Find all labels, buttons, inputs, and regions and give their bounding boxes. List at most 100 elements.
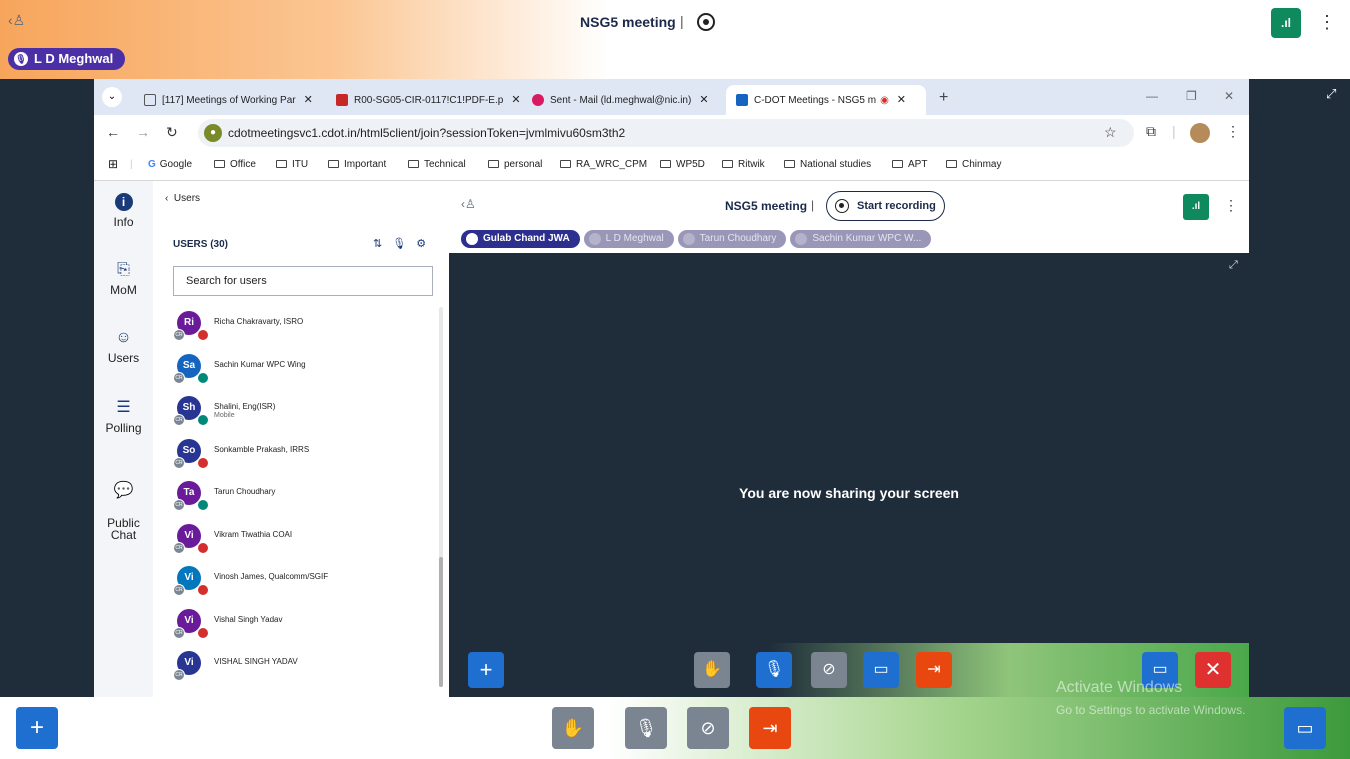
close-presentation-button[interactable]: ✕ [1195, 652, 1231, 688]
folder-icon [488, 160, 499, 168]
talker-pill[interactable]: Tarun Choudhary [677, 230, 787, 248]
url-input[interactable]: ● cdotmeetingsvc1.cdot.in/html5client/jo… [198, 119, 1134, 147]
user-name: VISHAL SINGH YADAV [214, 657, 298, 666]
bookmark-folder[interactable]: RA_WRC_CPM [560, 159, 647, 170]
tab-search-icon[interactable]: ⌄ [102, 87, 122, 107]
mic-icon[interactable]: 🎙 [392, 238, 416, 250]
audio-status-icon [197, 414, 209, 426]
camera-off-button[interactable]: ⊘ [811, 652, 847, 688]
apps-icon[interactable]: ⊞ [108, 157, 118, 171]
bookmark-folder[interactable]: Technical [408, 159, 466, 170]
close-tab-icon[interactable]: ✕ [897, 94, 906, 106]
bookmark-folder[interactable]: personal [488, 159, 542, 170]
user-list-item[interactable]: Sh CR Shalini, Eng(ISR) Mobile [173, 392, 433, 434]
bookmark-folder[interactable]: Office [214, 159, 256, 170]
bookmark-google[interactable]: G Google [148, 159, 192, 170]
bookmark-folder[interactable]: National studies [784, 159, 871, 170]
bookmark-folder[interactable]: Chinmay [946, 159, 1001, 170]
folder-icon [784, 160, 795, 168]
close-tab-icon[interactable]: ✕ [699, 94, 708, 106]
user-list-item[interactable]: Vi CR VISHAL SINGH YADAV [173, 647, 433, 689]
sort-icon[interactable]: ⇅ [373, 238, 392, 250]
bookmark-label: Google [159, 159, 193, 170]
restore-icon[interactable]: ❐ [1186, 89, 1197, 103]
bookmark-folder[interactable]: WP5D [660, 159, 705, 170]
user-list-item[interactable]: Vi CR Vinosh James, Qualcomm/SGIF [173, 562, 433, 604]
settings-icon[interactable]: ⚙ [416, 238, 436, 250]
talker-pill[interactable]: Sachin Kumar WPC W... [790, 230, 932, 248]
browser-menu-icon[interactable]: ⋮ [1226, 123, 1240, 140]
close-tab-icon[interactable]: ✕ [304, 94, 313, 106]
bookmark-label: Technical [424, 159, 466, 170]
profile-avatar[interactable] [1190, 123, 1210, 143]
recording-icon[interactable] [697, 13, 715, 31]
talker-pill[interactable]: Gulab Chand JWA [461, 230, 580, 248]
mic-icon [466, 233, 478, 245]
camera-off-button[interactable]: ⊘ [687, 707, 729, 749]
actions-plus-button[interactable]: + [468, 652, 504, 688]
actions-plus-button[interactable]: + [16, 707, 58, 749]
scrollbar-thumb[interactable] [439, 557, 443, 687]
close-window-icon[interactable]: ✕ [1224, 89, 1234, 103]
connection-status-icon[interactable]: .ıl [1271, 8, 1301, 38]
leave-button[interactable]: ⇥ [749, 707, 791, 749]
nav-item-users[interactable]: ☺ Users [94, 329, 153, 365]
options-menu-icon[interactable]: ⋮ [1318, 12, 1336, 33]
search-users-input[interactable]: Search for users [173, 266, 433, 296]
record-icon [835, 199, 849, 213]
options-menu-icon[interactable]: ⋮ [1224, 197, 1238, 214]
fullscreen-icon[interactable]: ⤢ [1326, 86, 1336, 102]
browser-tab-active[interactable]: C-DOT Meetings - NSG5 m ◉ ✕ [726, 85, 926, 115]
users-scrollbar[interactable] [439, 307, 443, 687]
mute-button[interactable]: 🎙 [756, 652, 792, 688]
users-back-button[interactable]: ‹ Users [165, 193, 200, 204]
bookmark-folder[interactable]: APT [892, 159, 927, 170]
screenshare-button[interactable]: ▭ [863, 652, 899, 688]
bookmark-folder[interactable]: ITU [276, 159, 308, 170]
fullscreen-icon[interactable]: ⤢ [1229, 259, 1238, 272]
nav-item-polling[interactable]: ☰ Polling [94, 397, 153, 435]
role-badge: CR [173, 541, 185, 554]
extensions-icon[interactable]: ⧉ [1146, 123, 1156, 140]
browser-tab[interactable]: R00-SG05-CIR-0117!C1!PDF-E.p ✕ [326, 85, 520, 115]
inner-meeting-header: ‹♙ NSG5 meeting | Start recording .ıl ⋮ … [449, 181, 1249, 253]
presentation-button[interactable]: ▭ [1284, 707, 1326, 749]
unmute-button[interactable]: 🎙 [625, 707, 667, 749]
user-list-item[interactable]: Vi CR Vishal Singh Yadav [173, 605, 433, 647]
tab-label: C-DOT Meetings - NSG5 m [754, 95, 877, 106]
mail-icon [532, 94, 544, 107]
folder-icon [946, 160, 957, 168]
nav-item-mom[interactable]: ⎘ MoM [94, 261, 153, 297]
user-list-item[interactable]: Ri CR Richa Chakravarty, ISRO [173, 307, 433, 349]
user-list-item[interactable]: Ta CR Tarun Choudhary [173, 477, 433, 519]
leave-button[interactable]: ⇥ [916, 652, 952, 688]
browser-tab[interactable]: Sent - Mail (ld.meghwal@nic.in) ✕ [522, 85, 722, 115]
tab-label: Sent - Mail (ld.meghwal@nic.in) [550, 95, 692, 106]
bookmark-folder[interactable]: Important [328, 159, 386, 170]
minimize-icon[interactable]: — [1146, 89, 1158, 103]
forward-icon[interactable]: → [136, 124, 150, 140]
bookmark-folder[interactable]: Ritwik [722, 159, 765, 170]
connection-status-icon[interactable]: .ıl [1183, 194, 1209, 220]
raise-hand-button[interactable]: ✋ [552, 707, 594, 749]
user-list-item[interactable]: Vi CR Vikram Tiwathia COAI [173, 520, 433, 562]
user-list-toggle-icon[interactable]: ‹♙ [461, 197, 476, 211]
audio-status-icon [197, 329, 209, 341]
reload-icon[interactable]: ↻ [166, 124, 178, 141]
user-list-item[interactable]: So CR Sonkamble Prakash, IRRS [173, 435, 433, 477]
new-tab-icon[interactable]: + [939, 89, 948, 107]
back-icon[interactable]: ← [106, 124, 120, 140]
start-recording-button[interactable]: Start recording [826, 191, 945, 221]
browser-tab[interactable]: [117] Meetings of Working Par ✕ [134, 85, 324, 115]
user-list-item[interactable]: Sa CR Sachin Kumar WPC Wing [173, 350, 433, 392]
user-list-toggle-icon[interactable]: ‹♙ [8, 12, 25, 29]
raise-hand-button[interactable]: ✋ [694, 652, 730, 688]
talker-pill[interactable]: L D Meghwal [583, 230, 674, 248]
nav-item-public-chat[interactable]: 💬 Public Chat [94, 473, 153, 542]
talker-name: L D Meghwal [605, 233, 664, 244]
site-info-icon[interactable]: ● [204, 124, 222, 142]
close-tab-icon[interactable]: ✕ [511, 94, 520, 106]
bookmark-star-icon[interactable]: ☆ [1104, 124, 1117, 141]
nav-label: Polling [105, 421, 142, 435]
nav-item-info[interactable]: i Info [94, 193, 153, 229]
